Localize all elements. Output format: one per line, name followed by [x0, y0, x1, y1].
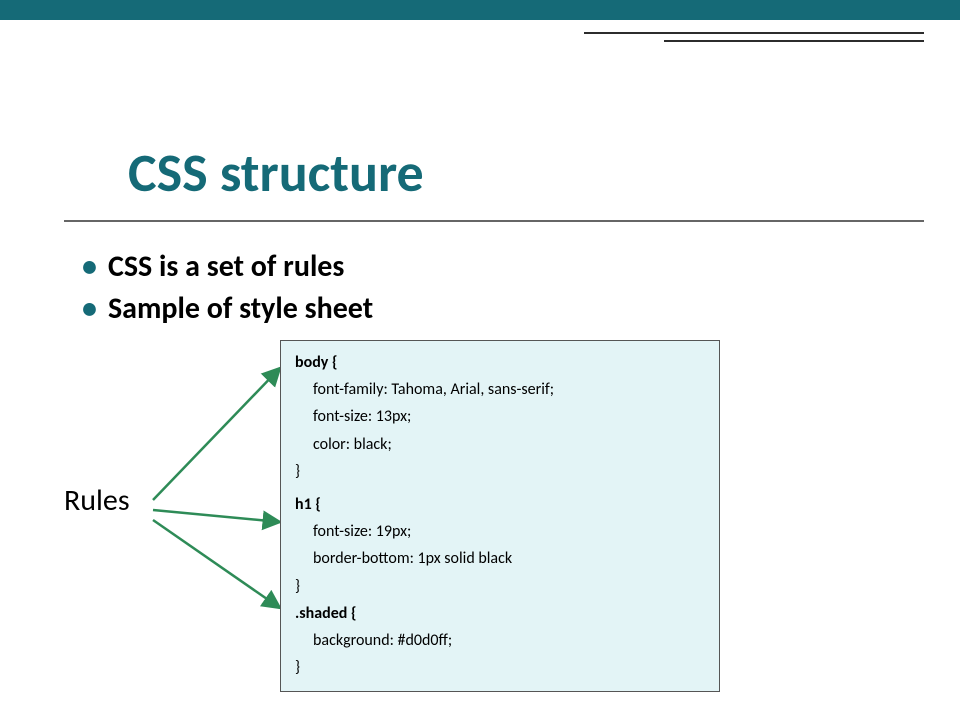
code-property: background: #d0d0ff; [295, 627, 705, 654]
code-property: font-size: 19px; [295, 518, 705, 545]
code-brace: } [295, 654, 705, 681]
code-selector: body { [295, 349, 705, 376]
slide-content: CSS is a set of rules Sample of style sh… [0, 222, 960, 330]
slide-title: CSS structure [64, 20, 924, 222]
code-selector: .shaded { [295, 600, 705, 627]
code-sample: body { font-family: Tahoma, Arial, sans-… [280, 340, 720, 692]
bullet-list: CSS is a set of rules Sample of style sh… [64, 246, 924, 330]
decorative-lines [584, 32, 924, 48]
code-property: color: black; [295, 431, 705, 458]
bullet-item: CSS is a set of rules [64, 246, 924, 288]
rules-label: Rules [64, 482, 130, 519]
code-brace: } [295, 573, 705, 600]
code-selector: h1 { [295, 491, 705, 518]
header-bar [0, 0, 960, 20]
code-property: font-size: 13px; [295, 403, 705, 430]
code-property: border-bottom: 1px solid black [295, 545, 705, 572]
code-brace: } [295, 458, 705, 485]
code-property: font-family: Tahoma, Arial, sans-serif; [295, 376, 705, 403]
bullet-item: Sample of style sheet [64, 288, 924, 330]
